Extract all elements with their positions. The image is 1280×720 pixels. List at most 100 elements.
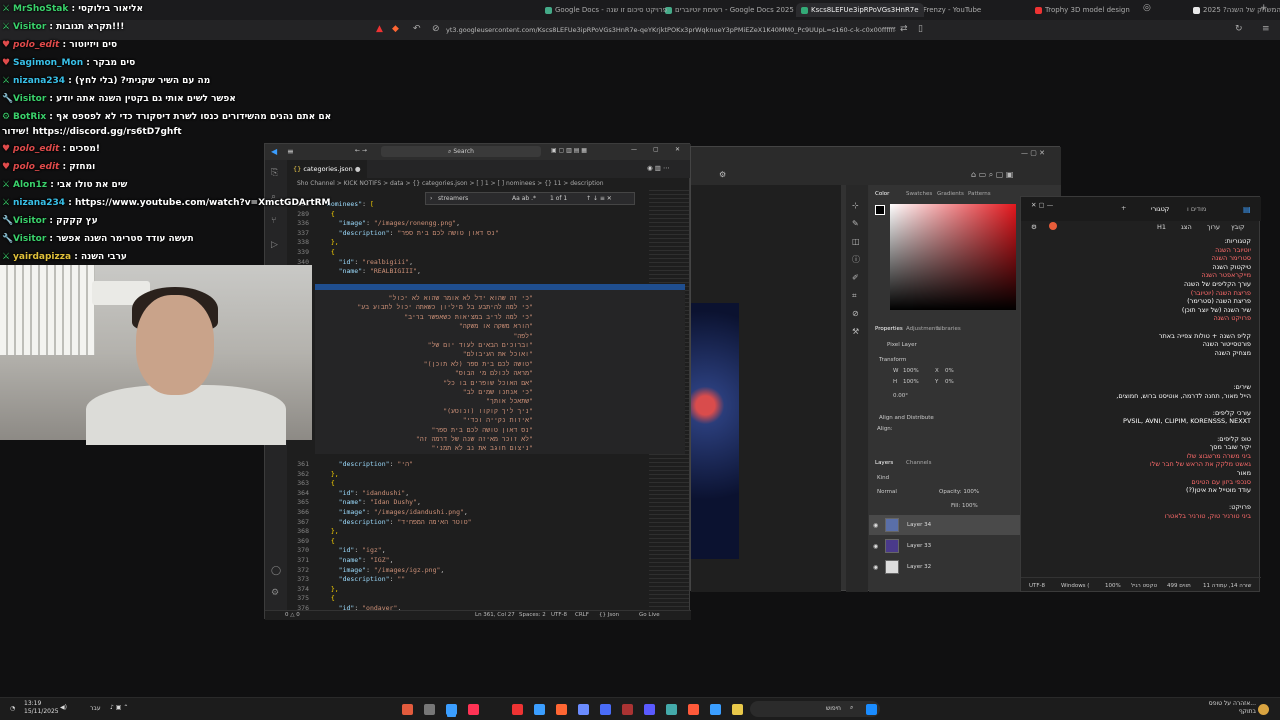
code-line[interactable]: { xyxy=(323,537,335,545)
language-mode[interactable]: {} Json xyxy=(599,612,619,618)
taskbar-app-icon[interactable] xyxy=(644,704,655,715)
maximize-icon[interactable]: ▢ xyxy=(653,146,659,153)
y-field[interactable]: 0% xyxy=(945,379,954,385)
taskbar-app-icon[interactable] xyxy=(534,704,545,715)
indent-setting[interactable]: Spaces: 2 xyxy=(519,612,546,618)
encoding[interactable]: UTF-8 xyxy=(551,612,567,618)
taskbar-search[interactable]: חיפוש ⌕ xyxy=(750,701,880,717)
notification-bell-icon[interactable]: ◔ xyxy=(10,705,15,712)
settings-gear-icon[interactable]: ⚙ xyxy=(271,588,279,598)
warning-icon[interactable]: ▲ xyxy=(376,25,383,34)
window-controls[interactable]: ✕ ▢ — xyxy=(1031,201,1053,209)
chat-username[interactable]: polo_edit xyxy=(13,40,59,50)
code-line[interactable]: "description": "טוטר האימה המפחיד" xyxy=(323,518,472,526)
chat-username[interactable]: Sagimon_Mon xyxy=(13,58,83,68)
notepad-text-body[interactable]: קטגוריות: יוטיובר השנה סטרימר השנה טיקטוק ה… xyxy=(1021,237,1261,577)
clock[interactable]: 13:19 15/11/2025 xyxy=(24,700,59,716)
code-line[interactable]: "name": "Idan Dushy", xyxy=(323,498,421,506)
chat-username[interactable]: Visitor xyxy=(13,234,46,244)
code-line[interactable]: }, xyxy=(323,470,339,478)
menu-icon[interactable]: ≡ xyxy=(1262,25,1270,34)
layout-icons[interactable]: ▣ ▢ ▥ ▤ ▦ xyxy=(551,147,587,154)
language-indicator[interactable]: עבר xyxy=(90,705,101,712)
weather-widget[interactable]: אזהרה על טופס... בתוקף xyxy=(1200,700,1256,716)
notepad-tab[interactable]: קטגורי xyxy=(1151,205,1169,213)
browser-tab[interactable]: Google Docs - פרויקט סיכום זו שנה xyxy=(540,3,672,17)
copilot-icon[interactable] xyxy=(1049,222,1057,230)
chat-username[interactable]: polo_edit xyxy=(13,162,59,172)
code-line[interactable]: "name": "IGZ", xyxy=(323,556,394,564)
layer-filter-kind[interactable]: Kind xyxy=(877,475,889,481)
chat-username[interactable]: yairdapizza xyxy=(13,252,71,262)
color-picker[interactable] xyxy=(890,204,1016,310)
find-options-icons[interactable]: Aa ab .* xyxy=(512,195,536,202)
code-line[interactable]: "image": "/images/idandushi.png", xyxy=(323,508,468,516)
ps-tool-icons[interactable]: ⊹ ✎ ◫ ⓘ ✐ ⌗ ⊘ ⚒ xyxy=(852,197,862,341)
browser-tab[interactable]: Trophy 3D model design xyxy=(1030,3,1135,17)
start-icon[interactable] xyxy=(866,704,877,715)
ps-panel-tab[interactable]: Color xyxy=(875,191,889,197)
artwork-image[interactable] xyxy=(691,303,739,559)
code-line[interactable]: "id": "igz", xyxy=(323,546,386,554)
code-line[interactable]: "description": "" xyxy=(323,575,406,583)
settings-gear-icon[interactable]: ⚙ xyxy=(719,170,726,179)
volume-icon[interactable]: ◀) xyxy=(60,704,67,711)
code-line[interactable]: { xyxy=(323,594,335,602)
angle-field[interactable]: 0.00° xyxy=(893,393,908,399)
close-icon[interactable]: ✕ xyxy=(675,146,680,153)
notepad-tab[interactable]: מודים ו xyxy=(1187,205,1206,213)
ps-panel-tab[interactable]: Properties xyxy=(875,326,903,332)
url-text[interactable]: yt3.googleusercontent.com/Kscs8LEFUe3ipR… xyxy=(446,26,896,34)
chat-username[interactable]: Visitor xyxy=(13,94,46,104)
taskbar-app-icon[interactable] xyxy=(710,704,721,715)
lock-icon[interactable]: ⊘ xyxy=(432,25,440,34)
find-nav-icons[interactable]: ↑ ↓ ≡ ✕ xyxy=(586,195,612,202)
code-line[interactable]: "id": "realbigiii", xyxy=(323,258,413,266)
breadcrumb[interactable]: Sho Channel > KICK NOTIFS > data > {} ca… xyxy=(287,178,691,190)
settings-gear-icon[interactable]: ⚙ xyxy=(1031,223,1037,231)
account-icon[interactable]: ◯ xyxy=(271,566,281,576)
new-tab-icon[interactable]: + xyxy=(1260,4,1268,13)
taskbar-app-icon[interactable] xyxy=(402,704,413,715)
cursor-position[interactable]: Ln 361, Col 27 xyxy=(475,612,515,618)
taskbar-app-icon[interactable] xyxy=(468,704,479,715)
taskbar-app-icon[interactable] xyxy=(424,704,435,715)
code-line[interactable]: "image": "/images/ronengg.png", xyxy=(323,219,460,227)
reload-icon[interactable]: ↻ xyxy=(1235,25,1243,34)
browser-tab[interactable]: רשימת יוטיוברים - Google Docs 2025 xyxy=(660,3,799,17)
menu-view[interactable]: הצג xyxy=(1181,223,1192,231)
new-tab-icon[interactable]: + xyxy=(1121,204,1126,212)
editor-actions-icons[interactable]: ◉ ▥ ⋯ xyxy=(647,164,669,172)
fill-field[interactable]: Fill: 100% xyxy=(951,503,978,509)
taskbar-app-icon[interactable] xyxy=(556,704,567,715)
heading-select[interactable]: H1 xyxy=(1157,223,1166,231)
taskbar-app-icon[interactable] xyxy=(600,704,611,715)
bookmark-icon[interactable]: ▯ xyxy=(918,25,923,34)
ps-panel-tab[interactable]: Layers xyxy=(875,460,893,466)
taskbar-app-icon[interactable] xyxy=(732,704,743,715)
tray-icons[interactable]: ♪ ▣ ⌃ xyxy=(110,704,128,711)
code-line[interactable]: "name": "REALBIGIII", xyxy=(323,267,421,275)
eol[interactable]: CRLF xyxy=(575,612,589,618)
chat-username[interactable]: nizana234 xyxy=(13,198,65,208)
menu-edit[interactable]: ערוך xyxy=(1207,223,1220,231)
ps-canvas[interactable] xyxy=(691,185,841,592)
go-live-button[interactable]: Go Live xyxy=(639,612,660,618)
browser-tab[interactable]: Kscs8LEFUe3ipRPoVGs3HnR7e xyxy=(796,3,924,17)
code-line[interactable]: "image": "/images/igz.png", xyxy=(323,566,445,574)
taskbar-app-icon[interactable] xyxy=(446,704,457,715)
code-line[interactable]: }, xyxy=(323,585,339,593)
chat-username[interactable]: Visitor xyxy=(13,216,46,226)
code-line[interactable]: "description": "נס דאון טושה לכם בית ספר… xyxy=(323,229,499,237)
find-expand-icon[interactable]: › xyxy=(430,195,432,202)
code-line[interactable]: { xyxy=(323,479,335,487)
visibility-eye-icon[interactable]: ◉ xyxy=(873,564,878,571)
ps-panel-tab[interactable]: Swatches xyxy=(906,191,932,197)
ps-top-icons[interactable]: ⌂ ▭ ⌕ ▢ ▣ xyxy=(971,170,1013,180)
foreground-color-swatch[interactable] xyxy=(875,205,885,215)
find-input[interactable]: streamers xyxy=(438,195,468,202)
chat-username[interactable]: polo_edit xyxy=(13,144,59,154)
chat-username[interactable]: BotRix xyxy=(13,112,46,122)
visibility-eye-icon[interactable]: ◉ xyxy=(873,543,878,550)
command-search[interactable]: ⌕ Search xyxy=(381,146,541,157)
